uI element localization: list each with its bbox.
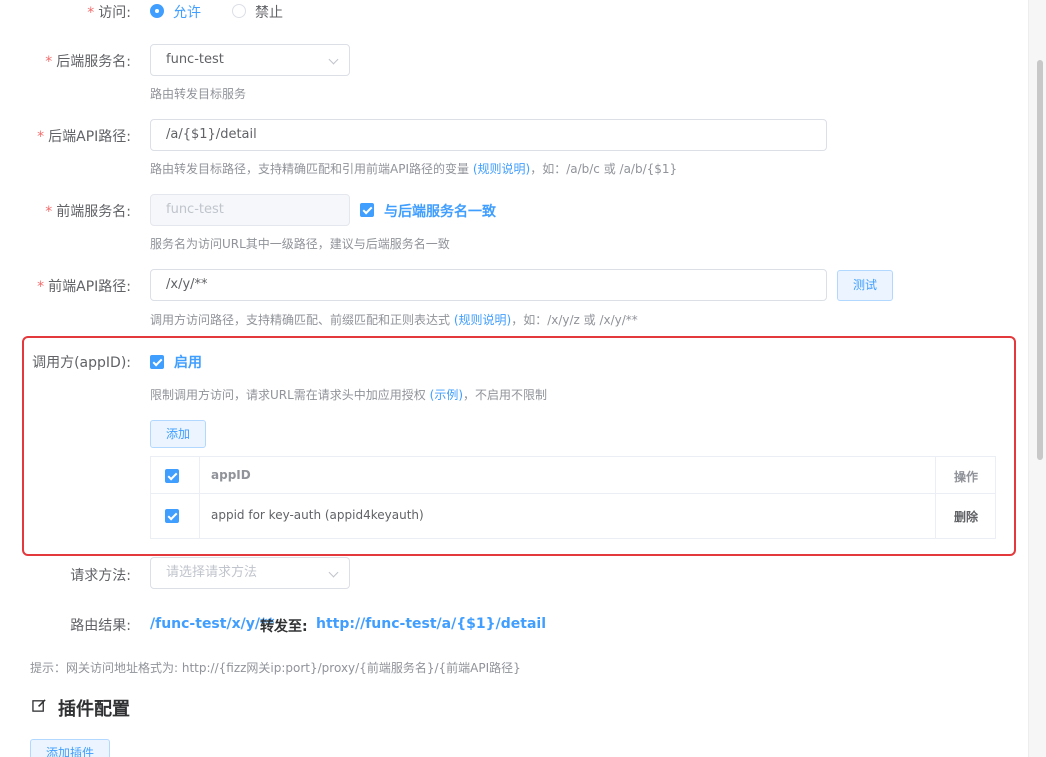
- caller-enable-checkbox[interactable]: [150, 355, 164, 369]
- method-placeholder: 请选择请求方法: [166, 565, 258, 580]
- plugin-section-title: 插件配置: [58, 699, 130, 720]
- backend-service-tip: 路由转发目标服务: [150, 87, 247, 101]
- backend-api-value: /a/{$1}/detail: [166, 127, 257, 142]
- backend-api-label: * 后端API路径:: [37, 129, 131, 145]
- chevron-down-icon: [328, 54, 339, 65]
- radio-deny-label[interactable]: 禁止: [255, 2, 283, 22]
- test-button[interactable]: 测试: [837, 270, 893, 301]
- frontend-service-label: * 前端服务名:: [45, 204, 131, 220]
- table-header: appID 操作: [151, 457, 995, 494]
- row-appid: appid for key-auth (appid4keyauth): [211, 508, 424, 522]
- frontend-api-input[interactable]: /x/y/**: [150, 269, 827, 301]
- frontend-api-tip: 调用方访问路径，支持精确匹配、前缀匹配和正则表达式 (规则说明)，如：/x/y/…: [150, 313, 638, 327]
- scrollbar-thumb[interactable]: [1037, 60, 1043, 460]
- required-mark: *: [45, 204, 53, 220]
- caller-label: 调用方(appID):: [32, 355, 131, 371]
- example-link[interactable]: (示例): [430, 388, 463, 402]
- appid-table: appID 操作 appid for key-auth (appid4keyau…: [150, 456, 996, 539]
- table-row: appid for key-auth (appid4keyauth) 删除: [151, 494, 995, 538]
- row-checkbox[interactable]: [165, 509, 179, 523]
- result-from: /func-test/x/y/**: [150, 616, 275, 632]
- backend-service-value: func-test: [166, 52, 224, 67]
- radio-deny[interactable]: [232, 4, 246, 18]
- col-appid: appID: [211, 468, 251, 482]
- edit-icon: [32, 699, 46, 712]
- add-plugin-button[interactable]: 添加插件: [30, 739, 110, 757]
- required-mark: *: [37, 129, 45, 145]
- rules-link[interactable]: (规则说明): [473, 162, 530, 176]
- same-as-backend-label[interactable]: 与后端服务名一致: [384, 201, 496, 221]
- delete-button[interactable]: 删除: [954, 508, 978, 525]
- chevron-down-icon: [328, 567, 339, 578]
- required-mark: *: [37, 279, 45, 295]
- method-label: 请求方法:: [70, 568, 131, 584]
- method-select[interactable]: 请选择请求方法: [150, 557, 350, 589]
- caller-tip: 限制调用方访问，请求URL需在请求头中加应用授权 (示例)，不启用不限制: [150, 388, 548, 402]
- column-divider: [199, 457, 200, 538]
- backend-api-input[interactable]: /a/{$1}/detail: [150, 119, 827, 151]
- frontend-api-value: /x/y/**: [166, 277, 208, 292]
- radio-allow-label[interactable]: 允许: [173, 2, 201, 22]
- backend-service-select[interactable]: func-test: [150, 44, 350, 76]
- column-divider: [935, 457, 936, 538]
- caller-enable-label[interactable]: 启用: [174, 352, 202, 372]
- rules-link[interactable]: (规则说明): [454, 313, 511, 327]
- result-arrow: 转发至:: [260, 619, 308, 635]
- radio-allow[interactable]: [150, 4, 164, 18]
- backend-service-label: * 后端服务名:: [45, 54, 131, 70]
- required-mark: *: [87, 5, 95, 21]
- frontend-api-label: * 前端API路径:: [37, 279, 131, 295]
- backend-api-tip: 路由转发目标路径，支持精确匹配和引用前端API路径的变量 (规则说明)，如：/a…: [150, 162, 678, 176]
- access-label: * 访问:: [87, 5, 131, 21]
- add-appid-button[interactable]: 添加: [150, 420, 206, 448]
- frontend-service-tip: 服务名为访问URL其中一级路径，建议与后端服务名一致: [150, 237, 450, 251]
- same-as-backend-checkbox[interactable]: [360, 203, 374, 217]
- frontend-service-value: func-test: [166, 202, 224, 217]
- frontend-service-input: func-test: [150, 194, 350, 226]
- required-mark: *: [45, 54, 53, 70]
- result-label: 路由结果:: [70, 618, 131, 634]
- gateway-note: 提示：网关访问地址格式为: http://{fizz网关ip:port}/pro…: [30, 661, 521, 675]
- result-to: http://func-test/a/{$1}/detail: [316, 616, 547, 632]
- select-all-checkbox[interactable]: [165, 469, 179, 483]
- col-action: 操作: [954, 470, 979, 484]
